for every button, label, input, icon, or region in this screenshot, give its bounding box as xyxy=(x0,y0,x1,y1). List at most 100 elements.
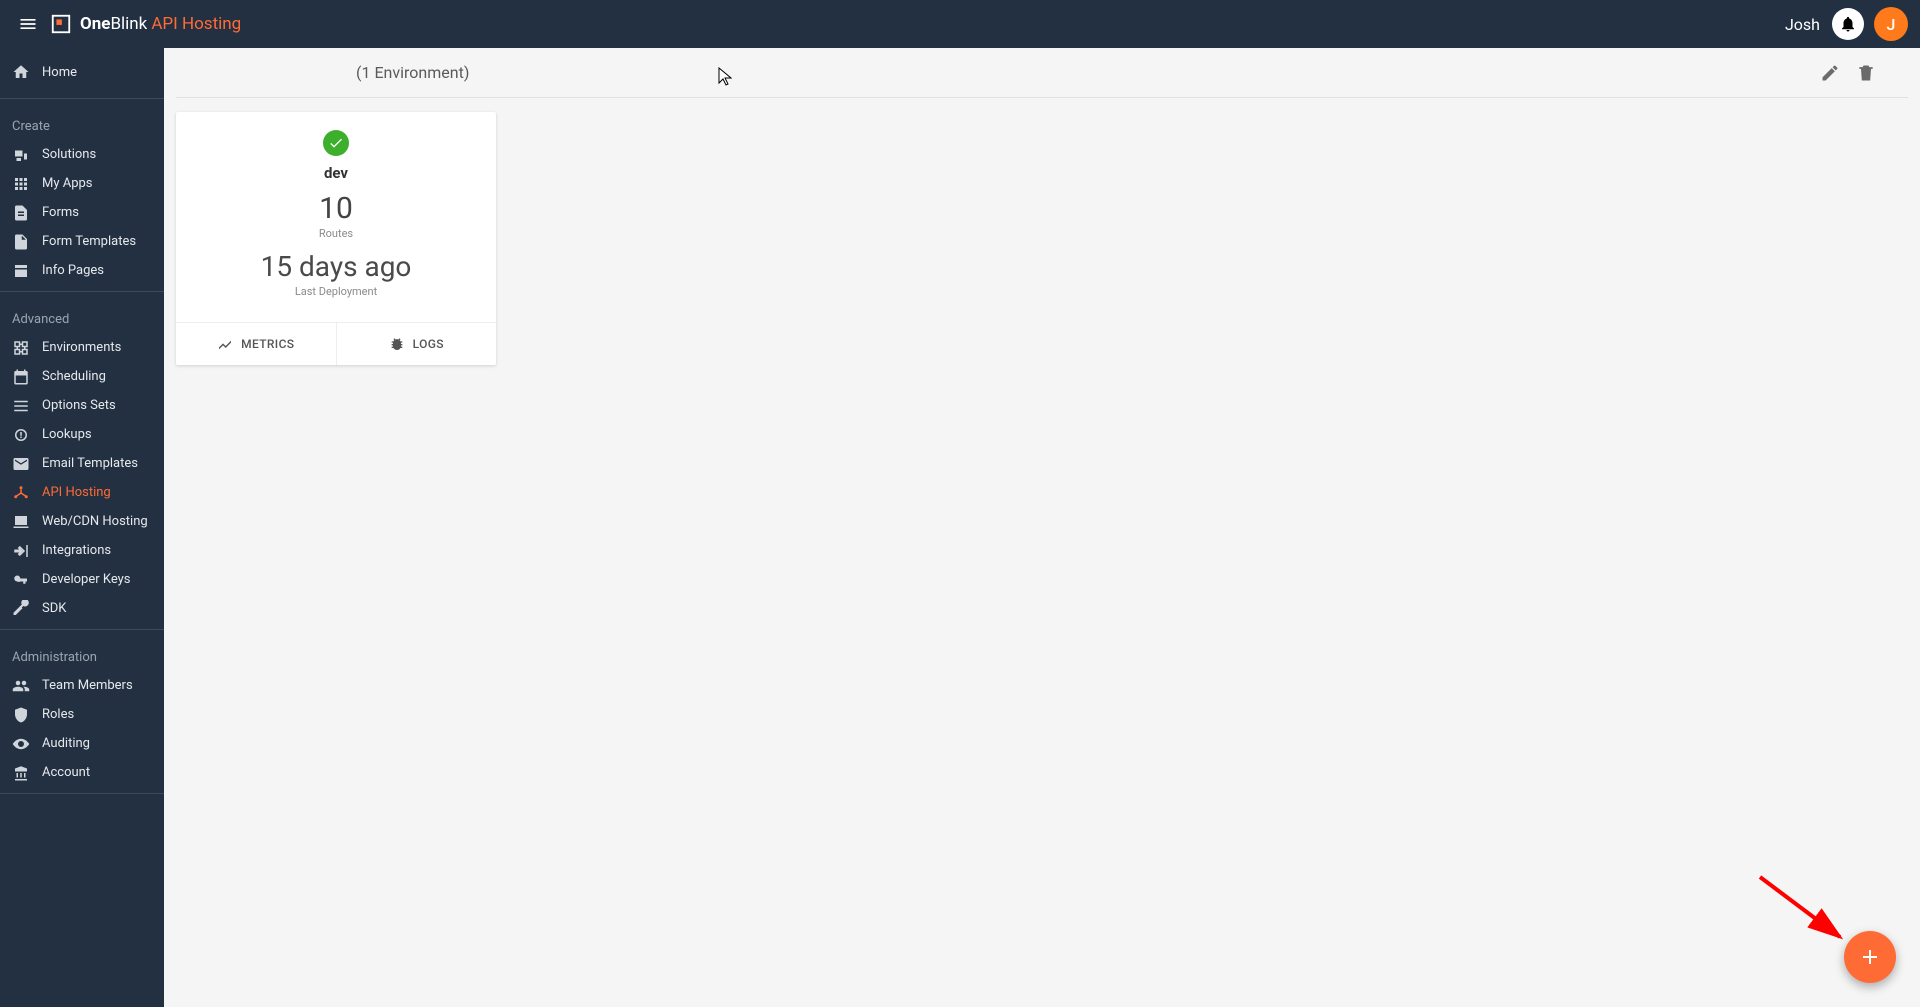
sidebar-item-sdk[interactable]: SDK xyxy=(0,594,164,623)
sidebar-item-label: Roles xyxy=(42,707,74,722)
sidebar-group-label: Administration xyxy=(0,636,164,671)
sidebar-item-team-members[interactable]: Team Members xyxy=(0,671,164,700)
sidebar-item-options-sets[interactable]: Options Sets xyxy=(0,391,164,420)
sdk-icon xyxy=(12,600,30,618)
sidebar-item-auditing[interactable]: Auditing xyxy=(0,729,164,758)
environments-icon xyxy=(12,339,30,357)
sidebar-item-account[interactable]: Account xyxy=(0,758,164,787)
brand-name-reg: Blink xyxy=(110,14,147,34)
sidebar-item-label: Lookups xyxy=(42,427,92,442)
divider xyxy=(0,98,164,99)
plus-icon xyxy=(1858,945,1882,969)
sidebar-group-label: Advanced xyxy=(0,298,164,333)
apps-icon xyxy=(12,175,30,193)
auditing-icon xyxy=(12,735,30,753)
metrics-button[interactable]: METRICS xyxy=(176,323,337,365)
edit-button[interactable] xyxy=(1812,55,1848,91)
options-icon xyxy=(12,397,30,415)
env-card: dev 10 Routes 15 days ago Last Deploymen… xyxy=(176,112,496,365)
content-header: (1 Environment) xyxy=(176,48,1908,98)
sidebar-item-label: Options Sets xyxy=(42,398,116,413)
status-check-icon xyxy=(323,130,349,156)
avatar-initial: J xyxy=(1887,15,1896,34)
brand-section: API Hosting xyxy=(151,14,241,34)
sidebar-item-lookups[interactable]: Lookups xyxy=(0,420,164,449)
sidebar-item-environments[interactable]: Environments xyxy=(0,333,164,362)
email-icon xyxy=(12,455,30,473)
env-cards: dev 10 Routes 15 days ago Last Deploymen… xyxy=(164,98,1920,379)
sidebar-item-label: API Hosting xyxy=(42,485,111,500)
web-icon xyxy=(12,513,30,531)
user-name: Josh xyxy=(1785,15,1820,34)
sidebar-item-label: Home xyxy=(42,65,77,80)
team-icon xyxy=(12,677,30,695)
menu-button[interactable] xyxy=(12,8,44,40)
roles-icon xyxy=(12,706,30,724)
sidebar-item-solutions[interactable]: Solutions xyxy=(0,140,164,169)
notifications-button[interactable] xyxy=(1832,8,1864,40)
hamburger-icon xyxy=(18,14,38,34)
delete-button[interactable] xyxy=(1848,55,1884,91)
sidebar-item-home[interactable]: Home xyxy=(0,52,164,92)
topbar: OneBlink API Hosting Josh J xyxy=(0,0,1920,48)
infopages-icon xyxy=(12,262,30,280)
sidebar-item-info-pages[interactable]: Info Pages xyxy=(0,256,164,285)
routes-label: Routes xyxy=(188,227,484,240)
bell-icon xyxy=(1839,15,1857,33)
sidebar-item-roles[interactable]: Roles xyxy=(0,700,164,729)
last-deploy-time: 15 days ago xyxy=(188,252,484,283)
sidebar-item-myapps[interactable]: My Apps xyxy=(0,169,164,198)
page-subtitle: (1 Environment) xyxy=(356,63,469,82)
pencil-icon xyxy=(1820,63,1840,83)
sidebar-item-email-templates[interactable]: Email Templates xyxy=(0,449,164,478)
integrations-icon xyxy=(12,542,30,560)
last-deploy-label: Last Deployment xyxy=(188,285,484,298)
divider xyxy=(0,629,164,630)
brand-name-bold: One xyxy=(80,14,110,34)
api-icon xyxy=(12,484,30,502)
home-icon xyxy=(12,63,30,81)
sidebar-item-label: Integrations xyxy=(42,543,111,558)
bug-icon xyxy=(389,336,405,352)
sidebar-item-label: Email Templates xyxy=(42,456,138,471)
sidebar-item-label: Team Members xyxy=(42,678,133,693)
sidebar-item-web-cdn-hosting[interactable]: Web/CDN Hosting xyxy=(0,507,164,536)
sidebar-item-label: My Apps xyxy=(42,176,93,191)
sidebar-item-label: Solutions xyxy=(42,147,96,162)
trash-icon xyxy=(1856,63,1876,83)
user-avatar[interactable]: J xyxy=(1874,7,1908,41)
sidebar-item-developer-keys[interactable]: Developer Keys xyxy=(0,565,164,594)
logs-button[interactable]: LOGS xyxy=(337,323,497,365)
sidebar-item-label: Scheduling xyxy=(42,369,106,384)
templates-icon xyxy=(12,233,30,251)
metrics-label: METRICS xyxy=(241,337,294,351)
sidebar-item-forms[interactable]: Forms xyxy=(0,198,164,227)
forms-icon xyxy=(12,204,30,222)
sidebar-item-label: Forms xyxy=(42,205,79,220)
sidebar-item-label: Form Templates xyxy=(42,234,136,249)
sidebar-item-form-templates[interactable]: Form Templates xyxy=(0,227,164,256)
sidebar-item-scheduling[interactable]: Scheduling xyxy=(0,362,164,391)
metrics-icon xyxy=(217,336,233,352)
sidebar-item-label: Environments xyxy=(42,340,121,355)
brand: OneBlink API Hosting xyxy=(50,13,241,35)
add-fab[interactable] xyxy=(1844,931,1896,983)
sidebar-item-label: Web/CDN Hosting xyxy=(42,514,148,529)
sidebar-item-integrations[interactable]: Integrations xyxy=(0,536,164,565)
sidebar-item-label: SDK xyxy=(42,601,66,616)
lookups-icon xyxy=(12,426,30,444)
sidebar-item-label: Developer Keys xyxy=(42,572,131,587)
logs-label: LOGS xyxy=(413,337,444,351)
sidebar-group-label: Create xyxy=(0,105,164,140)
sidebar: Home Create Solutions My Apps Forms Form… xyxy=(0,48,164,1007)
main-content: (1 Environment) dev 10 Routes 15 days ag… xyxy=(164,48,1920,1007)
routes-count: 10 xyxy=(188,192,484,225)
sidebar-item-api-hosting[interactable]: API Hosting xyxy=(0,478,164,507)
env-name: dev xyxy=(188,164,484,182)
solutions-icon xyxy=(12,146,30,164)
scheduling-icon xyxy=(12,368,30,386)
sidebar-item-label: Account xyxy=(42,765,90,780)
brand-logo-icon xyxy=(50,13,72,35)
keys-icon xyxy=(12,571,30,589)
divider xyxy=(0,291,164,292)
